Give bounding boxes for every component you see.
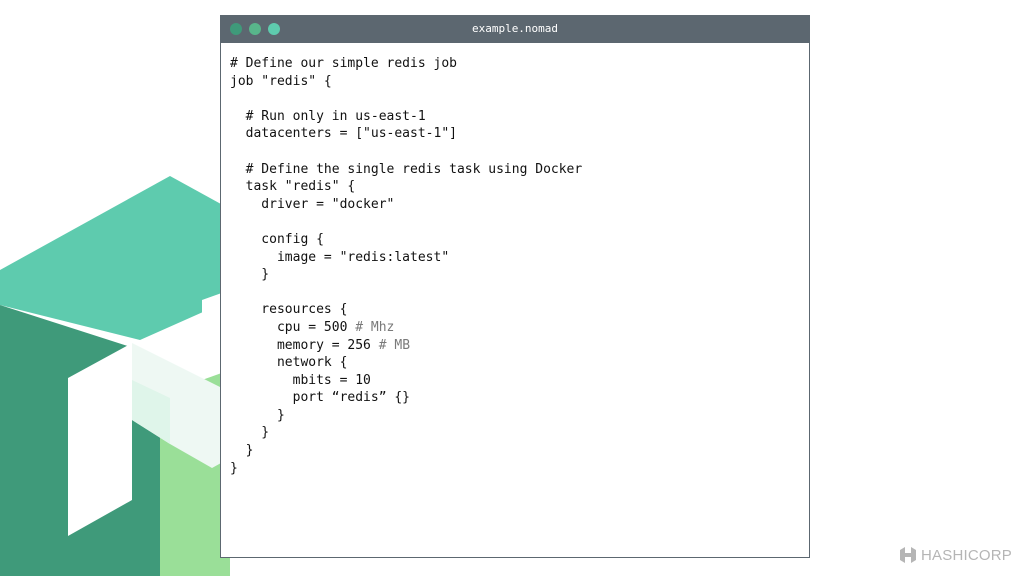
code-text: } — [230, 425, 270, 441]
code-line: # Run only in us-east-1 — [230, 108, 800, 126]
code-line: mbits = 10 — [230, 372, 800, 390]
code-line: config { — [230, 231, 800, 249]
code-line: # Define the single redis task using Doc… — [230, 161, 800, 179]
brand-name: HASHICORP — [921, 546, 1012, 564]
code-line: } — [230, 442, 800, 460]
code-line: } — [230, 266, 800, 284]
code-line: cpu = 500 # Mhz — [230, 319, 800, 337]
code-line: memory = 256 # MB — [230, 337, 800, 355]
inline-comment: # MB — [378, 337, 411, 353]
window-title: example.nomad — [471, 22, 559, 35]
code-text: } — [230, 443, 254, 459]
code-text: mbits = 10 — [230, 372, 371, 388]
code-text: # Define the single redis task using Doc… — [230, 161, 583, 177]
code-text: job "redis" { — [230, 73, 332, 89]
code-line: port “redis” {} — [230, 389, 800, 407]
code-text: port “redis” {} — [230, 390, 411, 406]
inline-comment: # Mhz — [355, 319, 395, 335]
code-text: resources { — [230, 302, 348, 318]
code-line: } — [230, 424, 800, 442]
code-text: # Define our simple redis job — [230, 56, 457, 71]
code-text: network { — [230, 355, 348, 371]
code-text: } — [230, 267, 270, 283]
code-line: driver = "docker" — [230, 196, 800, 214]
code-text: } — [230, 407, 285, 423]
code-line: task "redis" { — [230, 178, 800, 196]
code-line: network { — [230, 354, 800, 372]
hashicorp-brand: HASHICORP — [899, 546, 1012, 564]
code-line: image = "redis:latest" — [230, 249, 800, 267]
code-block: # Define our simple redis job job "redis… — [230, 55, 800, 548]
code-editor-window: example.nomad # Define our simple redis … — [220, 15, 810, 558]
hashicorp-logo-icon — [900, 547, 917, 563]
code-line: # Define our simple redis job — [230, 55, 800, 73]
code-line: resources { — [230, 301, 800, 319]
code-line: } — [230, 460, 800, 478]
code-text: image = "redis:latest" — [230, 249, 450, 265]
code-line: datacenters = ["us-east-1"] — [230, 125, 800, 143]
code-text: config { — [230, 231, 324, 247]
code-text: task "redis" { — [230, 179, 356, 195]
code-text: } — [230, 460, 238, 476]
code-text: memory = 256 — [230, 337, 379, 353]
code-line: } — [230, 407, 800, 425]
code-text: cpu = 500 — [230, 319, 356, 335]
window-title-bar: example.nomad — [221, 16, 809, 43]
code-text: # Run only in us-east-1 — [230, 108, 426, 124]
code-text: driver = "docker" — [230, 196, 395, 212]
code-text: datacenters = ["us-east-1"] — [230, 126, 457, 142]
slide-canvas: example.nomad # Define our simple redis … — [0, 0, 1024, 576]
code-line: job "redis" { — [230, 73, 800, 91]
